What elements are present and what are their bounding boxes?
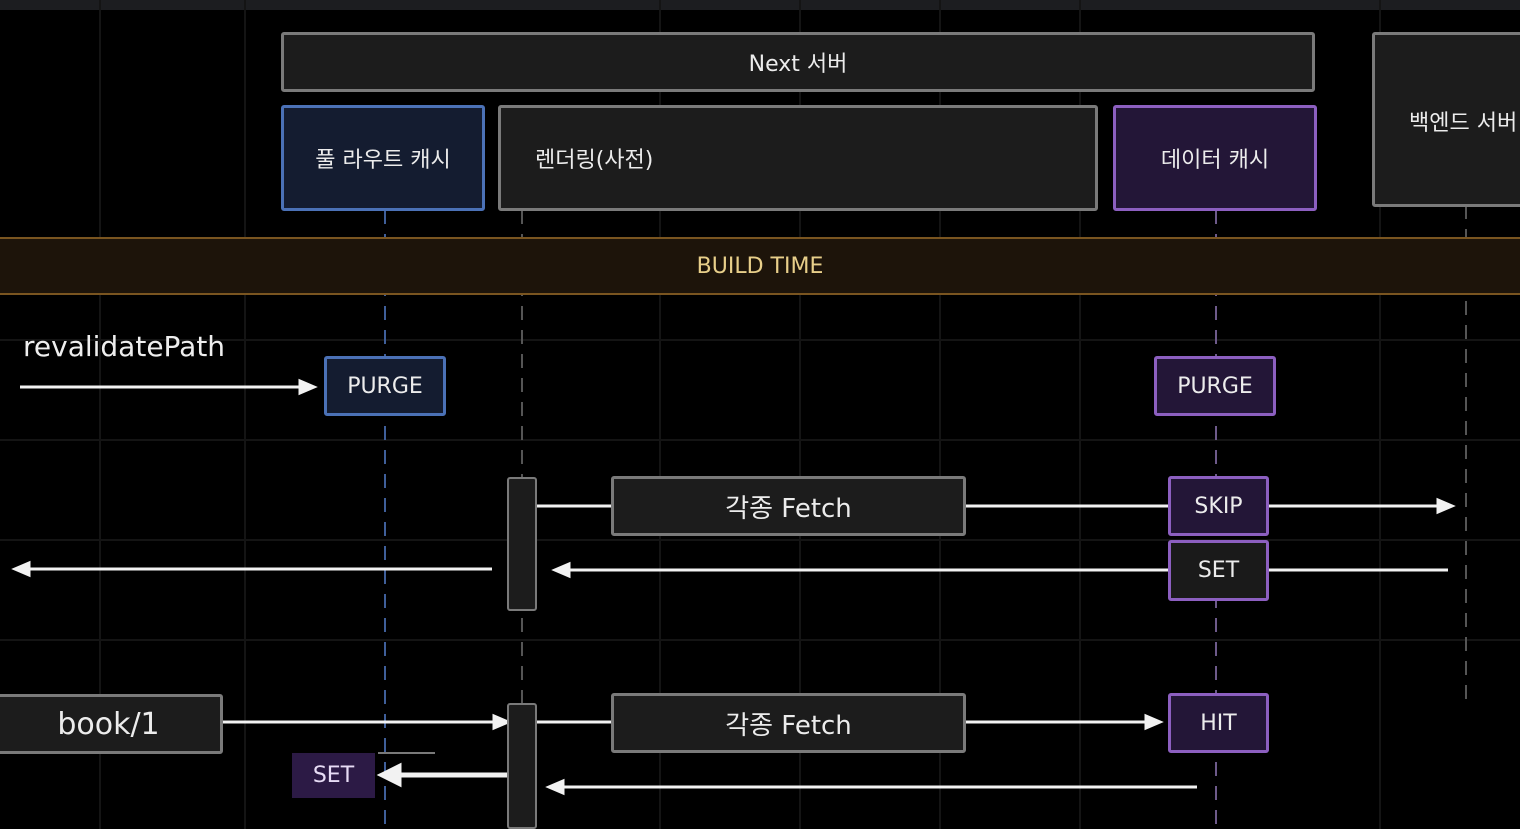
skip-label: SKIP: [1194, 493, 1243, 519]
set-route-box: SET: [292, 753, 375, 798]
render-activation-2: [507, 703, 537, 829]
set-route-label: SET: [312, 763, 355, 788]
set-data-box: SET: [1168, 540, 1269, 601]
set-data-label: SET: [1197, 558, 1240, 583]
hit-label: HIT: [1200, 710, 1237, 736]
render-activation-1: [507, 477, 537, 611]
purge-route-label: PURGE: [347, 373, 423, 399]
purge-data-label: PURGE: [1177, 373, 1253, 399]
book-request-label: book/1: [57, 706, 160, 742]
hit-box: HIT: [1168, 693, 1269, 753]
purge-route-cache: PURGE: [324, 356, 446, 416]
purge-data-cache: PURGE: [1154, 356, 1276, 416]
fetch-box-1: 각종 Fetch: [611, 476, 966, 536]
book-request-box: book/1: [0, 694, 223, 754]
skip-box: SKIP: [1168, 476, 1269, 536]
revalidate-path-label: revalidatePath: [23, 330, 226, 363]
fetch-label-1: 각종 Fetch: [725, 493, 852, 524]
fetch-box-2: 각종 Fetch: [611, 693, 966, 753]
fetch-label-2: 각종 Fetch: [725, 710, 852, 741]
